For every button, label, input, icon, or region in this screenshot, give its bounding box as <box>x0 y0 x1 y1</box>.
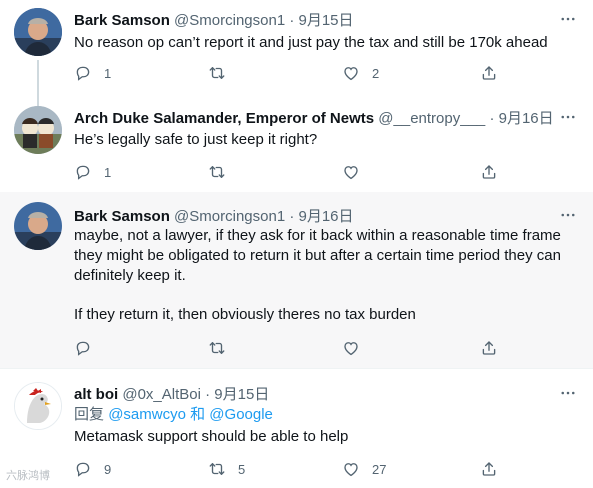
mention-link-2[interactable]: @Google <box>209 406 273 423</box>
avatar[interactable] <box>14 106 62 154</box>
mention-link-1[interactable]: @samwcyo <box>108 406 186 423</box>
reply-context: 回复 @samwcyo 和 @Google <box>74 405 579 425</box>
avatar[interactable] <box>14 8 62 56</box>
tweet-header: alt boi @0x_AltBoi · 9月15日 <box>74 383 269 404</box>
user-handle[interactable]: @0x_AltBoi <box>122 386 201 403</box>
action-bar <box>74 338 579 358</box>
tweet-1[interactable]: Bark Samson @Smorcingson1 · 9月15日 No rea… <box>0 0 593 94</box>
reply-count: 1 <box>104 164 112 180</box>
retweet-button[interactable]: 5 <box>208 459 245 479</box>
retweet-icon <box>208 163 226 181</box>
tweet-header: Arch Duke Salamander, Emperor of Newts @… <box>74 107 554 128</box>
reply-button[interactable] <box>74 338 92 358</box>
tweet-date[interactable]: 9月15日 <box>214 386 269 403</box>
action-bar: 1 <box>74 162 579 182</box>
separator: · <box>289 12 295 29</box>
retweet-button[interactable] <box>208 338 226 358</box>
more-icon[interactable] <box>559 108 577 126</box>
share-button[interactable] <box>480 162 498 182</box>
like-icon <box>342 64 360 82</box>
tweet-3[interactable]: Bark Samson @Smorcingson1 · 9月16日 maybe,… <box>0 192 593 368</box>
user-name[interactable]: Arch Duke Salamander, Emperor of Newts <box>74 110 374 127</box>
thread-line <box>37 60 39 94</box>
separator: · <box>205 386 211 403</box>
like-button[interactable] <box>342 338 360 358</box>
retweet-count: 5 <box>238 461 246 477</box>
like-button[interactable]: 27 <box>342 459 386 479</box>
retweet-icon <box>208 339 226 357</box>
action-bar: 1 2 <box>74 63 579 83</box>
share-button[interactable] <box>480 63 498 83</box>
like-count: 27 <box>372 461 387 477</box>
retweet-button[interactable] <box>208 63 226 83</box>
user-name[interactable]: Bark Samson <box>74 208 170 225</box>
share-icon <box>480 460 498 478</box>
tweet-header: Bark Samson @Smorcingson1 · 9月16日 <box>74 205 354 226</box>
reply-prefix: 回复 <box>74 406 105 423</box>
tweet-text: No reason op can’t report it and just pa… <box>74 34 548 51</box>
like-button[interactable]: 2 <box>342 63 379 83</box>
like-button[interactable] <box>342 162 360 182</box>
reply-icon <box>74 460 92 478</box>
separator: · <box>289 208 295 225</box>
tweet-4[interactable]: alt boi @0x_AltBoi · 9月15日 回复 @samwcyo 和… <box>0 369 593 488</box>
reply-button[interactable]: 1 <box>74 63 111 83</box>
like-icon <box>342 163 360 181</box>
more-icon[interactable] <box>559 206 577 224</box>
reply-and: 和 <box>190 406 206 423</box>
avatar[interactable] <box>14 382 62 430</box>
user-handle[interactable]: @Smorcingson1 <box>174 208 285 225</box>
retweet-button[interactable] <box>208 162 226 182</box>
reply-icon <box>74 163 92 181</box>
share-icon <box>480 339 498 357</box>
avatar[interactable] <box>14 202 62 250</box>
retweet-icon <box>208 64 226 82</box>
reply-button[interactable]: 1 <box>74 162 111 182</box>
reply-icon <box>74 339 92 357</box>
more-icon[interactable] <box>559 10 577 28</box>
reply-count: 1 <box>104 65 112 81</box>
user-name[interactable]: alt boi <box>74 386 118 403</box>
user-name[interactable]: Bark Samson <box>74 12 170 29</box>
watermark: 六脉鸿博 <box>6 470 50 482</box>
reply-icon <box>74 64 92 82</box>
user-handle[interactable]: @__entropy___ <box>378 110 485 127</box>
tweet-date[interactable]: 9月16日 <box>499 110 554 127</box>
reply-button[interactable]: 9 <box>74 459 111 479</box>
tweet-text-paragraph-1: maybe, not a lawyer, if they ask for it … <box>74 227 561 284</box>
retweet-icon <box>208 460 226 478</box>
tweet-date[interactable]: 9月15日 <box>299 12 354 29</box>
tweet-text-paragraph-2: If they return it, then obviously theres… <box>74 306 416 323</box>
action-bar: 9 5 27 <box>74 459 579 479</box>
separator: · <box>489 110 495 127</box>
tweet-header: Bark Samson @Smorcingson1 · 9月15日 <box>74 9 354 30</box>
like-icon <box>342 339 360 357</box>
reply-count: 9 <box>104 461 112 477</box>
share-icon <box>480 163 498 181</box>
user-handle[interactable]: @Smorcingson1 <box>174 12 285 29</box>
like-icon <box>342 460 360 478</box>
share-button[interactable] <box>480 459 498 479</box>
thread-line <box>37 94 39 106</box>
share-button[interactable] <box>480 338 498 358</box>
tweet-text: He’s legally safe to just keep it right? <box>74 131 318 148</box>
tweet-text: Metamask support should be able to help <box>74 428 349 445</box>
tweet-date[interactable]: 9月16日 <box>299 208 354 225</box>
share-icon <box>480 64 498 82</box>
like-count: 2 <box>372 65 380 81</box>
tweet-2[interactable]: Arch Duke Salamander, Emperor of Newts @… <box>0 94 593 192</box>
more-icon[interactable] <box>559 384 577 402</box>
